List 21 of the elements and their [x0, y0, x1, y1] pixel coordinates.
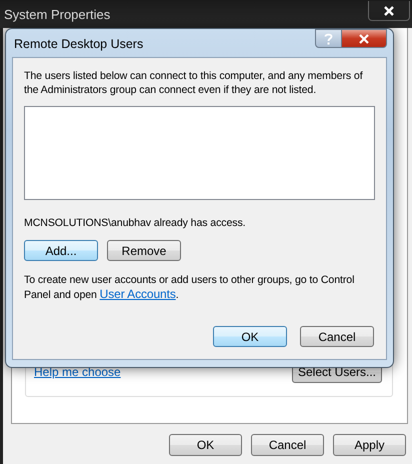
- close-icon: [358, 34, 370, 44]
- window-title: System Properties: [3, 6, 110, 22]
- description-text: The users listed below can connect to this computer, and any members of the Administrators group can connect even if they are not listed.: [24, 69, 364, 97]
- close-button[interactable]: [342, 29, 387, 48]
- close-icon: [383, 4, 395, 16]
- dialog-button[interactable]: Cancel: [300, 326, 374, 347]
- close-button[interactable]: [368, 1, 410, 21]
- dialog-button[interactable]: OK: [169, 434, 242, 456]
- dialog-button[interactable]: Cancel: [251, 434, 324, 456]
- dialog-button[interactable]: OK: [213, 326, 287, 347]
- help-button[interactable]: [315, 29, 342, 48]
- info-text: To create new user accounts or add users to other groups, go to Control Panel and open User Accounts.: [24, 273, 356, 302]
- dialog-title: Remote Desktop Users: [13, 36, 144, 51]
- user-list[interactable]: [24, 106, 375, 200]
- status-text: MCNSOLUTIONS\anubhav already has access.: [24, 216, 247, 230]
- list-button[interactable]: Add...: [24, 240, 98, 261]
- list-button[interactable]: Remove: [107, 240, 181, 261]
- dialog-button[interactable]: Apply: [333, 434, 406, 456]
- question-mark-icon: [324, 32, 333, 44]
- help-link[interactable]: Help me choose: [34, 365, 121, 379]
- user-accounts-link[interactable]: User Accounts: [100, 287, 176, 301]
